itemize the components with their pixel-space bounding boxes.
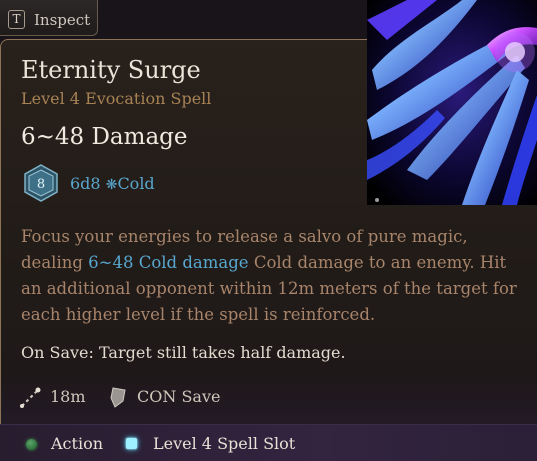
damage-dice: 6d8 ❋Cold [70, 174, 155, 193]
snowflake-icon: ❋ [105, 177, 118, 193]
spell-level-school: Level 4 Evocation Spell [21, 89, 212, 108]
inspect-tab[interactable]: T Inspect [0, 0, 98, 36]
dice-value: 6d8 [70, 174, 101, 193]
spell-description: Focus your energies to release a salvo o… [21, 224, 521, 328]
die-face-number: 8 [37, 177, 45, 192]
spell-slot-cost-label: Level 4 Spell Slot [153, 434, 296, 453]
description-damage-highlight: 6~48 Cold damage [88, 253, 249, 272]
action-dot-icon [26, 439, 37, 450]
saving-throw-type: CON Save [137, 387, 221, 406]
spell-name: Eternity Surge [21, 56, 201, 84]
inspect-label: Inspect [34, 11, 91, 29]
resource-cost-bar: Action Level 4 Spell Slot [0, 424, 537, 461]
action-cost-label: Action [51, 434, 103, 453]
keyboard-key-icon: T [8, 10, 25, 29]
shield-icon [109, 386, 127, 408]
spell-art-image [367, 0, 537, 205]
spell-range: 18m [50, 387, 86, 406]
damage-type: Cold [117, 174, 155, 193]
on-save-effect: On Save: Target still takes half damage. [21, 343, 346, 362]
damage-range: 6~48 Damage [21, 124, 188, 150]
d8-die-icon: 8 [23, 164, 59, 202]
spell-slot-icon [126, 438, 137, 449]
range-icon [19, 387, 41, 409]
